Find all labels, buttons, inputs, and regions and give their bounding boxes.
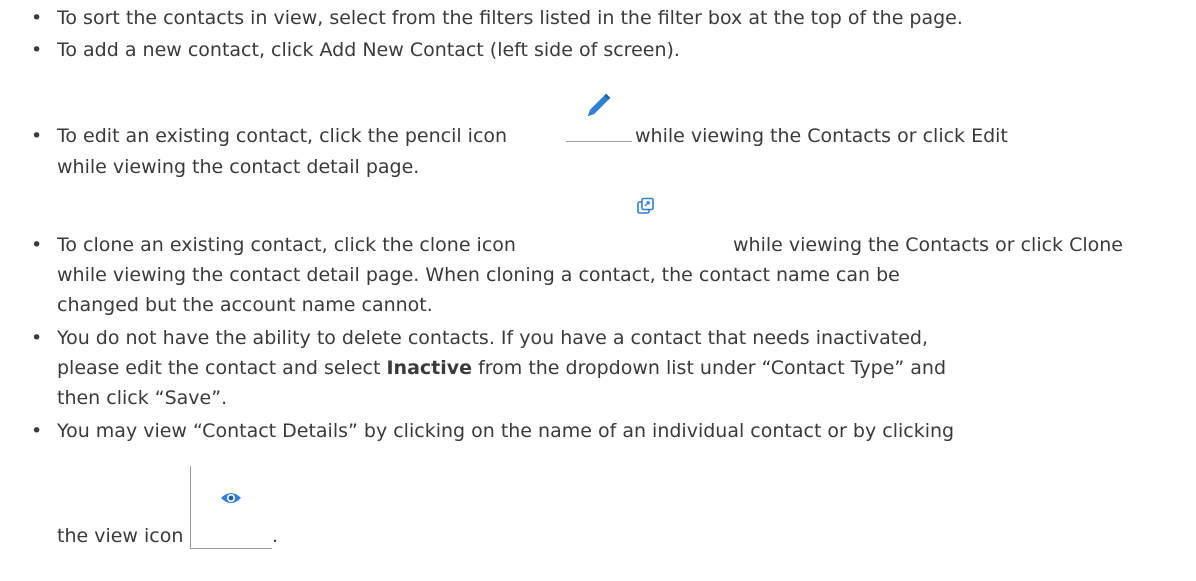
delete-instruction-line2: please edit the contact and select Inact… xyxy=(57,354,946,382)
sort-instruction-text: To sort the contacts in view, select fro… xyxy=(57,7,963,29)
add-instruction-text: To add a new contact, click Add New Cont… xyxy=(57,39,680,61)
clone-instruction-line1-after: while viewing the Contacts or click Clon… xyxy=(733,234,1123,256)
clone-instruction-line3: changed but the account name cannot. xyxy=(57,294,433,316)
pencil-icon xyxy=(566,76,632,142)
eye-icon xyxy=(190,466,272,554)
bullet-marker: • xyxy=(31,39,43,61)
bullet-marker: • xyxy=(31,125,43,147)
view-instruction-line2-after: . xyxy=(272,525,279,547)
edit-instruction-line1-after: while viewing the Contacts or click Edit xyxy=(635,125,1008,147)
instructions-document: • To sort the contacts in view, select f… xyxy=(0,0,1196,581)
view-instruction-line2-before: the view icon xyxy=(57,525,184,547)
bullet-marker: • xyxy=(31,234,43,256)
bullet-marker: • xyxy=(31,7,43,29)
edit-instruction-line2: while viewing the contact detail page. xyxy=(57,156,420,178)
clone-instruction-line1-before: To clone an existing contact, click the … xyxy=(57,234,516,256)
delete-line2-before: please edit the contact and select xyxy=(57,357,381,379)
delete-line2-after: from the dropdown list under “Contact Ty… xyxy=(478,357,947,379)
delete-instruction-line1: You do not have the ability to delete co… xyxy=(57,327,928,349)
edit-instruction-line1-before: To edit an existing contact, click the p… xyxy=(57,125,508,147)
inactive-option-label: Inactive xyxy=(386,357,473,379)
clone-icon xyxy=(636,197,656,217)
clone-instruction-line2: while viewing the contact detail page. W… xyxy=(57,264,900,286)
delete-instruction-line3: then click “Save”. xyxy=(57,387,228,409)
view-instruction-line1: You may view “Contact Details” by clicki… xyxy=(57,420,955,442)
bullet-marker: • xyxy=(31,327,43,349)
bullet-marker: • xyxy=(31,420,43,442)
